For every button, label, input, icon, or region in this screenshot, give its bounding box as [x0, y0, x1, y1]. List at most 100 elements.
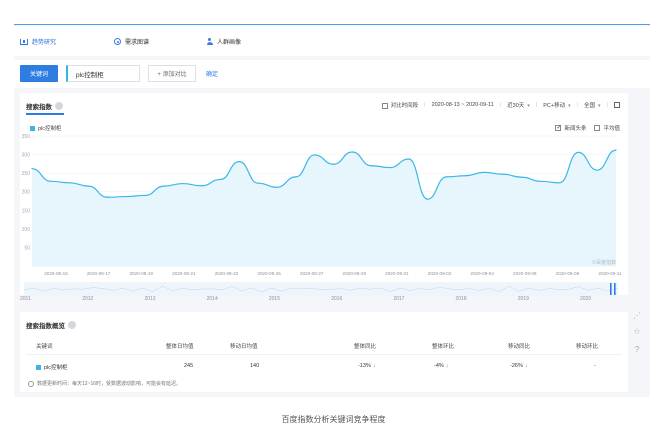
y-tick-label: 100: [22, 227, 31, 233]
y-tick-label: 350: [22, 134, 31, 140]
data-point: [125, 195, 127, 198]
x-tick-label: 2020-08-23: [215, 271, 239, 276]
period-select[interactable]: 近30天 ▾: [507, 101, 530, 109]
confirm-link[interactable]: 确定: [206, 69, 218, 78]
data-point: [408, 158, 410, 160]
chart-controls: 对比时间段 | 2020-08-13 ~ 2020-09-11 | 近30天 ▾ …: [381, 101, 620, 109]
data-point: [219, 178, 221, 181]
compare-time-toggle[interactable]: 对比时间段: [381, 101, 418, 109]
x-tick-label: 2020-09-06: [513, 271, 537, 276]
data-point: [427, 198, 429, 200]
timeline-year-label: 2018: [456, 296, 467, 302]
data-point: [50, 180, 52, 182]
data-point: [276, 186, 278, 188]
timeline-year-label: 2019: [518, 296, 529, 302]
nav-item-trend[interactable]: 趋势研究: [20, 37, 56, 46]
data-point: [502, 173, 504, 175]
share-icon[interactable]: ⋰: [632, 310, 642, 320]
timeline-year-label: 2014: [207, 296, 218, 302]
x-tick-label: 2020-08-15: [44, 271, 68, 276]
y-tick-label: 200: [22, 190, 31, 196]
date-range-picker[interactable]: 2020-08-13 ~ 2020-09-11: [432, 102, 494, 108]
nav-item-audience[interactable]: 人群画像: [206, 37, 241, 46]
timeline-track[interactable]: [24, 282, 618, 296]
row-mobile-yoy: -26% ↓: [510, 363, 528, 369]
caret-down-icon: ▾: [527, 103, 530, 109]
help-circle-icon[interactable]: ?: [632, 344, 642, 354]
export-icon[interactable]: [614, 102, 620, 108]
keyword-input[interactable]: plc控制柜: [66, 65, 140, 82]
search-index-title-text: 搜索指数: [26, 104, 52, 111]
data-point: [69, 182, 71, 184]
y-tick-label: 250: [22, 171, 31, 177]
keyword-swatch: [36, 365, 41, 371]
series-area: [32, 150, 616, 266]
timeline-year-label: 2011: [20, 296, 31, 302]
bar-chart-icon: [20, 38, 28, 45]
y-tick-label: 50: [24, 245, 30, 251]
caret-down-icon: ▾: [568, 103, 571, 109]
header-overall-yoy: 整体同比: [354, 344, 377, 350]
arrow-down-icon: ↓: [372, 363, 376, 369]
region-select[interactable]: 全国 ▾: [584, 101, 601, 109]
nav-item-label: 人群画像: [217, 40, 242, 46]
timeline-year-label: 2012: [82, 296, 93, 302]
data-point: [200, 185, 203, 187]
top-nav: 趋势研究 需求图谱 人群画像: [14, 26, 650, 56]
y-tick-label: 150: [22, 208, 31, 214]
x-tick-label: 2020-08-21: [172, 271, 196, 276]
data-point: [182, 182, 184, 185]
x-tick-label: 2020-09-02: [428, 271, 452, 276]
x-tick-label: 2020-08-27: [300, 271, 324, 276]
timeline-year-label: 2017: [393, 296, 404, 302]
overview-title-text: 搜索指数概览: [26, 323, 65, 330]
data-point: [106, 196, 108, 198]
row-mobile-mom: -: [594, 363, 596, 369]
header-overall-mom: 整体环比: [432, 344, 455, 350]
device-select[interactable]: PC+移动 ▾: [543, 101, 570, 109]
data-point: [445, 176, 448, 178]
arrow-down-icon: ↓: [524, 363, 528, 369]
data-point: [596, 169, 598, 171]
row-mobile-avg: 140: [250, 363, 260, 369]
header-mobile-avg: 移动日均值: [230, 344, 258, 350]
help-icon[interactable]: [55, 102, 63, 110]
table-divider: [26, 354, 622, 355]
header-keyword: 关键词: [36, 344, 53, 350]
header-overall-avg: 整体日均值: [166, 344, 194, 350]
row-keyword: plc控制柜: [36, 363, 68, 371]
keyword-bar: 关键词 plc控制柜 + 添加对比 确定: [14, 60, 650, 88]
timeline-handle-right[interactable]: [614, 283, 616, 295]
data-point: [483, 171, 485, 173]
checkbox-icon: [381, 102, 388, 109]
radio-icon: [114, 38, 121, 45]
header-mobile-yoy: 移动同比: [508, 344, 531, 350]
data-point: [238, 161, 240, 163]
search-index-chart: 50 100 150 200 250 300 350 2020-08-15 2020-08-1…: [20, 134, 622, 302]
search-index-title: 搜索指数: [26, 101, 63, 111]
star-icon[interactable]: ☆: [632, 326, 642, 336]
overview-header: 关键词 整体日均值 移动日均值 整体同比 整体环比 移动同比 移动环比: [20, 339, 628, 353]
update-note: 数据更新时间：每天12~16时，受数据波动影响，可能会有延迟。: [28, 380, 181, 387]
timeline-year-label: 2013: [144, 296, 155, 302]
add-compare-button[interactable]: + 添加对比: [148, 65, 196, 82]
nav-item-demand-map[interactable]: 需求图谱: [114, 37, 149, 46]
data-point: [577, 151, 579, 153]
data-point: [295, 176, 297, 178]
row-overall-avg: 245: [184, 363, 194, 369]
timeline-year-label: 2016: [331, 296, 342, 302]
timeline-handle-left[interactable]: [610, 283, 612, 295]
data-point: [351, 151, 353, 153]
x-tick-label: 2020-09-08: [556, 271, 580, 276]
keyword-button[interactable]: 关键词: [20, 65, 58, 82]
data-point: [163, 185, 165, 187]
help-icon[interactable]: [68, 321, 76, 329]
x-tick-label: 2020-09-11: [598, 271, 622, 276]
header-mobile-mom: 移动环比: [576, 344, 599, 350]
data-point: [558, 182, 561, 184]
data-point: [521, 176, 523, 178]
nav-item-label: 需求图谱: [125, 40, 150, 46]
x-tick-label: 2020-08-25: [257, 271, 281, 276]
data-point: [87, 185, 90, 187]
nav-item-label: 趋势研究: [32, 40, 57, 46]
